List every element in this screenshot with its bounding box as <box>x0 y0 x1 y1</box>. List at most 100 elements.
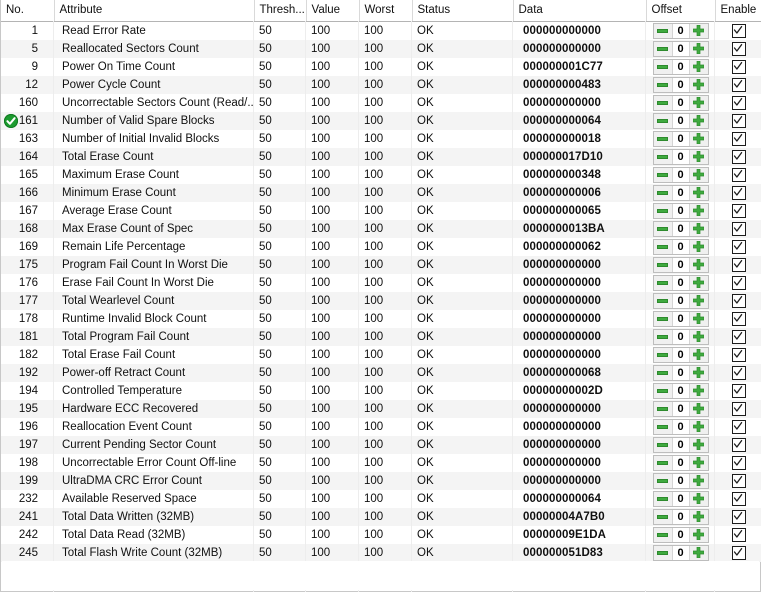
plus-icon[interactable] <box>688 527 708 542</box>
table-row[interactable]: 198 Uncorrectable Error Count Off-line 50 1… <box>1 453 761 472</box>
checkbox-checked-icon[interactable] <box>731 149 746 164</box>
minus-icon[interactable] <box>653 167 673 182</box>
minus-icon[interactable] <box>653 149 673 164</box>
plus-icon[interactable] <box>688 311 708 326</box>
checkbox-checked-icon[interactable] <box>731 167 746 182</box>
offset-value[interactable]: 0 <box>672 329 689 344</box>
offset-value[interactable]: 0 <box>672 509 689 524</box>
table-row[interactable]: 175 Program Fail Count In Worst Die 50 100 1… <box>1 255 761 274</box>
minus-icon[interactable] <box>653 257 673 272</box>
offset-stepper[interactable]: 0 <box>652 166 709 183</box>
offset-stepper[interactable]: 0 <box>652 274 709 291</box>
offset-value[interactable]: 0 <box>672 149 689 164</box>
offset-stepper[interactable]: 0 <box>652 382 709 399</box>
offset-stepper[interactable]: 0 <box>652 310 709 327</box>
plus-icon[interactable] <box>688 131 708 146</box>
table-row[interactable]: 12 Power Cycle Count 50 100 100 OK 00000000048… <box>1 75 761 94</box>
offset-stepper[interactable]: 0 <box>652 364 709 381</box>
table-row[interactable]: 166 Minimum Erase Count 50 100 100 OK 00000000… <box>1 183 761 202</box>
offset-stepper[interactable]: 0 <box>652 112 709 129</box>
plus-icon[interactable] <box>688 23 708 38</box>
table-row[interactable]: 232 Available Reserved Space 50 100 100 OK 000… <box>1 489 761 508</box>
minus-icon[interactable] <box>653 473 673 488</box>
table-row[interactable]: 5 Reallocated Sectors Count 50 100 100 OK 0000… <box>1 39 761 58</box>
checkbox-checked-icon[interactable] <box>731 491 746 506</box>
minus-icon[interactable] <box>653 131 673 146</box>
checkbox-checked-icon[interactable] <box>731 311 746 326</box>
plus-icon[interactable] <box>688 59 708 74</box>
offset-stepper[interactable]: 0 <box>652 256 709 273</box>
table-row[interactable]: 176 Erase Fail Count In Worst Die 50 100 100… <box>1 273 761 292</box>
checkbox-checked-icon[interactable] <box>731 365 746 380</box>
plus-icon[interactable] <box>688 95 708 110</box>
offset-value[interactable]: 0 <box>672 95 689 110</box>
offset-value[interactable]: 0 <box>672 473 689 488</box>
minus-icon[interactable] <box>653 203 673 218</box>
offset-value[interactable]: 0 <box>672 419 689 434</box>
checkbox-checked-icon[interactable] <box>731 509 746 524</box>
offset-stepper[interactable]: 0 <box>652 418 709 435</box>
offset-value[interactable]: 0 <box>672 545 689 560</box>
offset-value[interactable]: 0 <box>672 347 689 362</box>
checkbox-checked-icon[interactable] <box>731 347 746 362</box>
checkbox-checked-icon[interactable] <box>731 239 746 254</box>
offset-stepper[interactable]: 0 <box>652 328 709 345</box>
column-header-status[interactable]: Status <box>412 0 514 22</box>
offset-stepper[interactable]: 0 <box>652 472 709 489</box>
table-row[interactable]: 242 Total Data Read (32MB) 50 100 100 OK 00000… <box>1 525 761 544</box>
checkbox-checked-icon[interactable] <box>731 95 746 110</box>
table-row[interactable]: 161 Number of Valid Spare Blocks 50 100 100 O… <box>1 111 761 130</box>
plus-icon[interactable] <box>688 347 708 362</box>
offset-value[interactable]: 0 <box>672 23 689 38</box>
column-header-threshold[interactable]: Thresh... <box>254 0 307 22</box>
column-header-enable[interactable]: Enable <box>715 0 761 22</box>
minus-icon[interactable] <box>653 221 673 236</box>
checkbox-checked-icon[interactable] <box>731 329 746 344</box>
column-header-data[interactable]: Data <box>513 0 647 22</box>
plus-icon[interactable] <box>688 203 708 218</box>
table-row[interactable]: 199 UltraDMA CRC Error Count 50 100 100 OK 000… <box>1 471 761 490</box>
offset-value[interactable]: 0 <box>672 77 689 92</box>
checkbox-checked-icon[interactable] <box>731 293 746 308</box>
minus-icon[interactable] <box>653 401 673 416</box>
checkbox-checked-icon[interactable] <box>731 275 746 290</box>
table-row[interactable]: 169 Remain Life Percentage 50 100 100 OK 00000… <box>1 237 761 256</box>
checkbox-checked-icon[interactable] <box>731 401 746 416</box>
plus-icon[interactable] <box>688 41 708 56</box>
minus-icon[interactable] <box>653 383 673 398</box>
offset-stepper[interactable]: 0 <box>652 184 709 201</box>
minus-icon[interactable] <box>653 77 673 92</box>
checkbox-checked-icon[interactable] <box>731 185 746 200</box>
table-row[interactable]: 192 Power-off Retract Count 50 100 100 OK 0000… <box>1 363 761 382</box>
plus-icon[interactable] <box>688 77 708 92</box>
offset-stepper[interactable]: 0 <box>652 202 709 219</box>
checkbox-checked-icon[interactable] <box>731 437 746 452</box>
checkbox-checked-icon[interactable] <box>731 473 746 488</box>
table-row[interactable]: 177 Total Wearlevel Count 50 100 100 OK 000000… <box>1 291 761 310</box>
offset-stepper[interactable]: 0 <box>652 94 709 111</box>
minus-icon[interactable] <box>653 527 673 542</box>
minus-icon[interactable] <box>653 509 673 524</box>
offset-stepper[interactable]: 0 <box>652 508 709 525</box>
offset-stepper[interactable]: 0 <box>652 292 709 309</box>
checkbox-checked-icon[interactable] <box>731 257 746 272</box>
offset-value[interactable]: 0 <box>672 257 689 272</box>
offset-value[interactable]: 0 <box>672 275 689 290</box>
offset-stepper[interactable]: 0 <box>652 22 709 39</box>
minus-icon[interactable] <box>653 113 673 128</box>
offset-value[interactable]: 0 <box>672 131 689 146</box>
offset-stepper[interactable]: 0 <box>652 130 709 147</box>
offset-stepper[interactable]: 0 <box>652 436 709 453</box>
table-row[interactable]: 164 Total Erase Count 50 100 100 OK 000000017D… <box>1 147 761 166</box>
offset-value[interactable]: 0 <box>672 437 689 452</box>
offset-value[interactable]: 0 <box>672 527 689 542</box>
offset-value[interactable]: 0 <box>672 167 689 182</box>
minus-icon[interactable] <box>653 293 673 308</box>
offset-value[interactable]: 0 <box>672 293 689 308</box>
plus-icon[interactable] <box>688 455 708 470</box>
minus-icon[interactable] <box>653 365 673 380</box>
minus-icon[interactable] <box>653 275 673 290</box>
offset-stepper[interactable]: 0 <box>652 526 709 543</box>
table-row[interactable]: 1 Read Error Rate 50 100 100 OK 000000000000 0 <box>1 21 761 40</box>
offset-stepper[interactable]: 0 <box>652 490 709 507</box>
